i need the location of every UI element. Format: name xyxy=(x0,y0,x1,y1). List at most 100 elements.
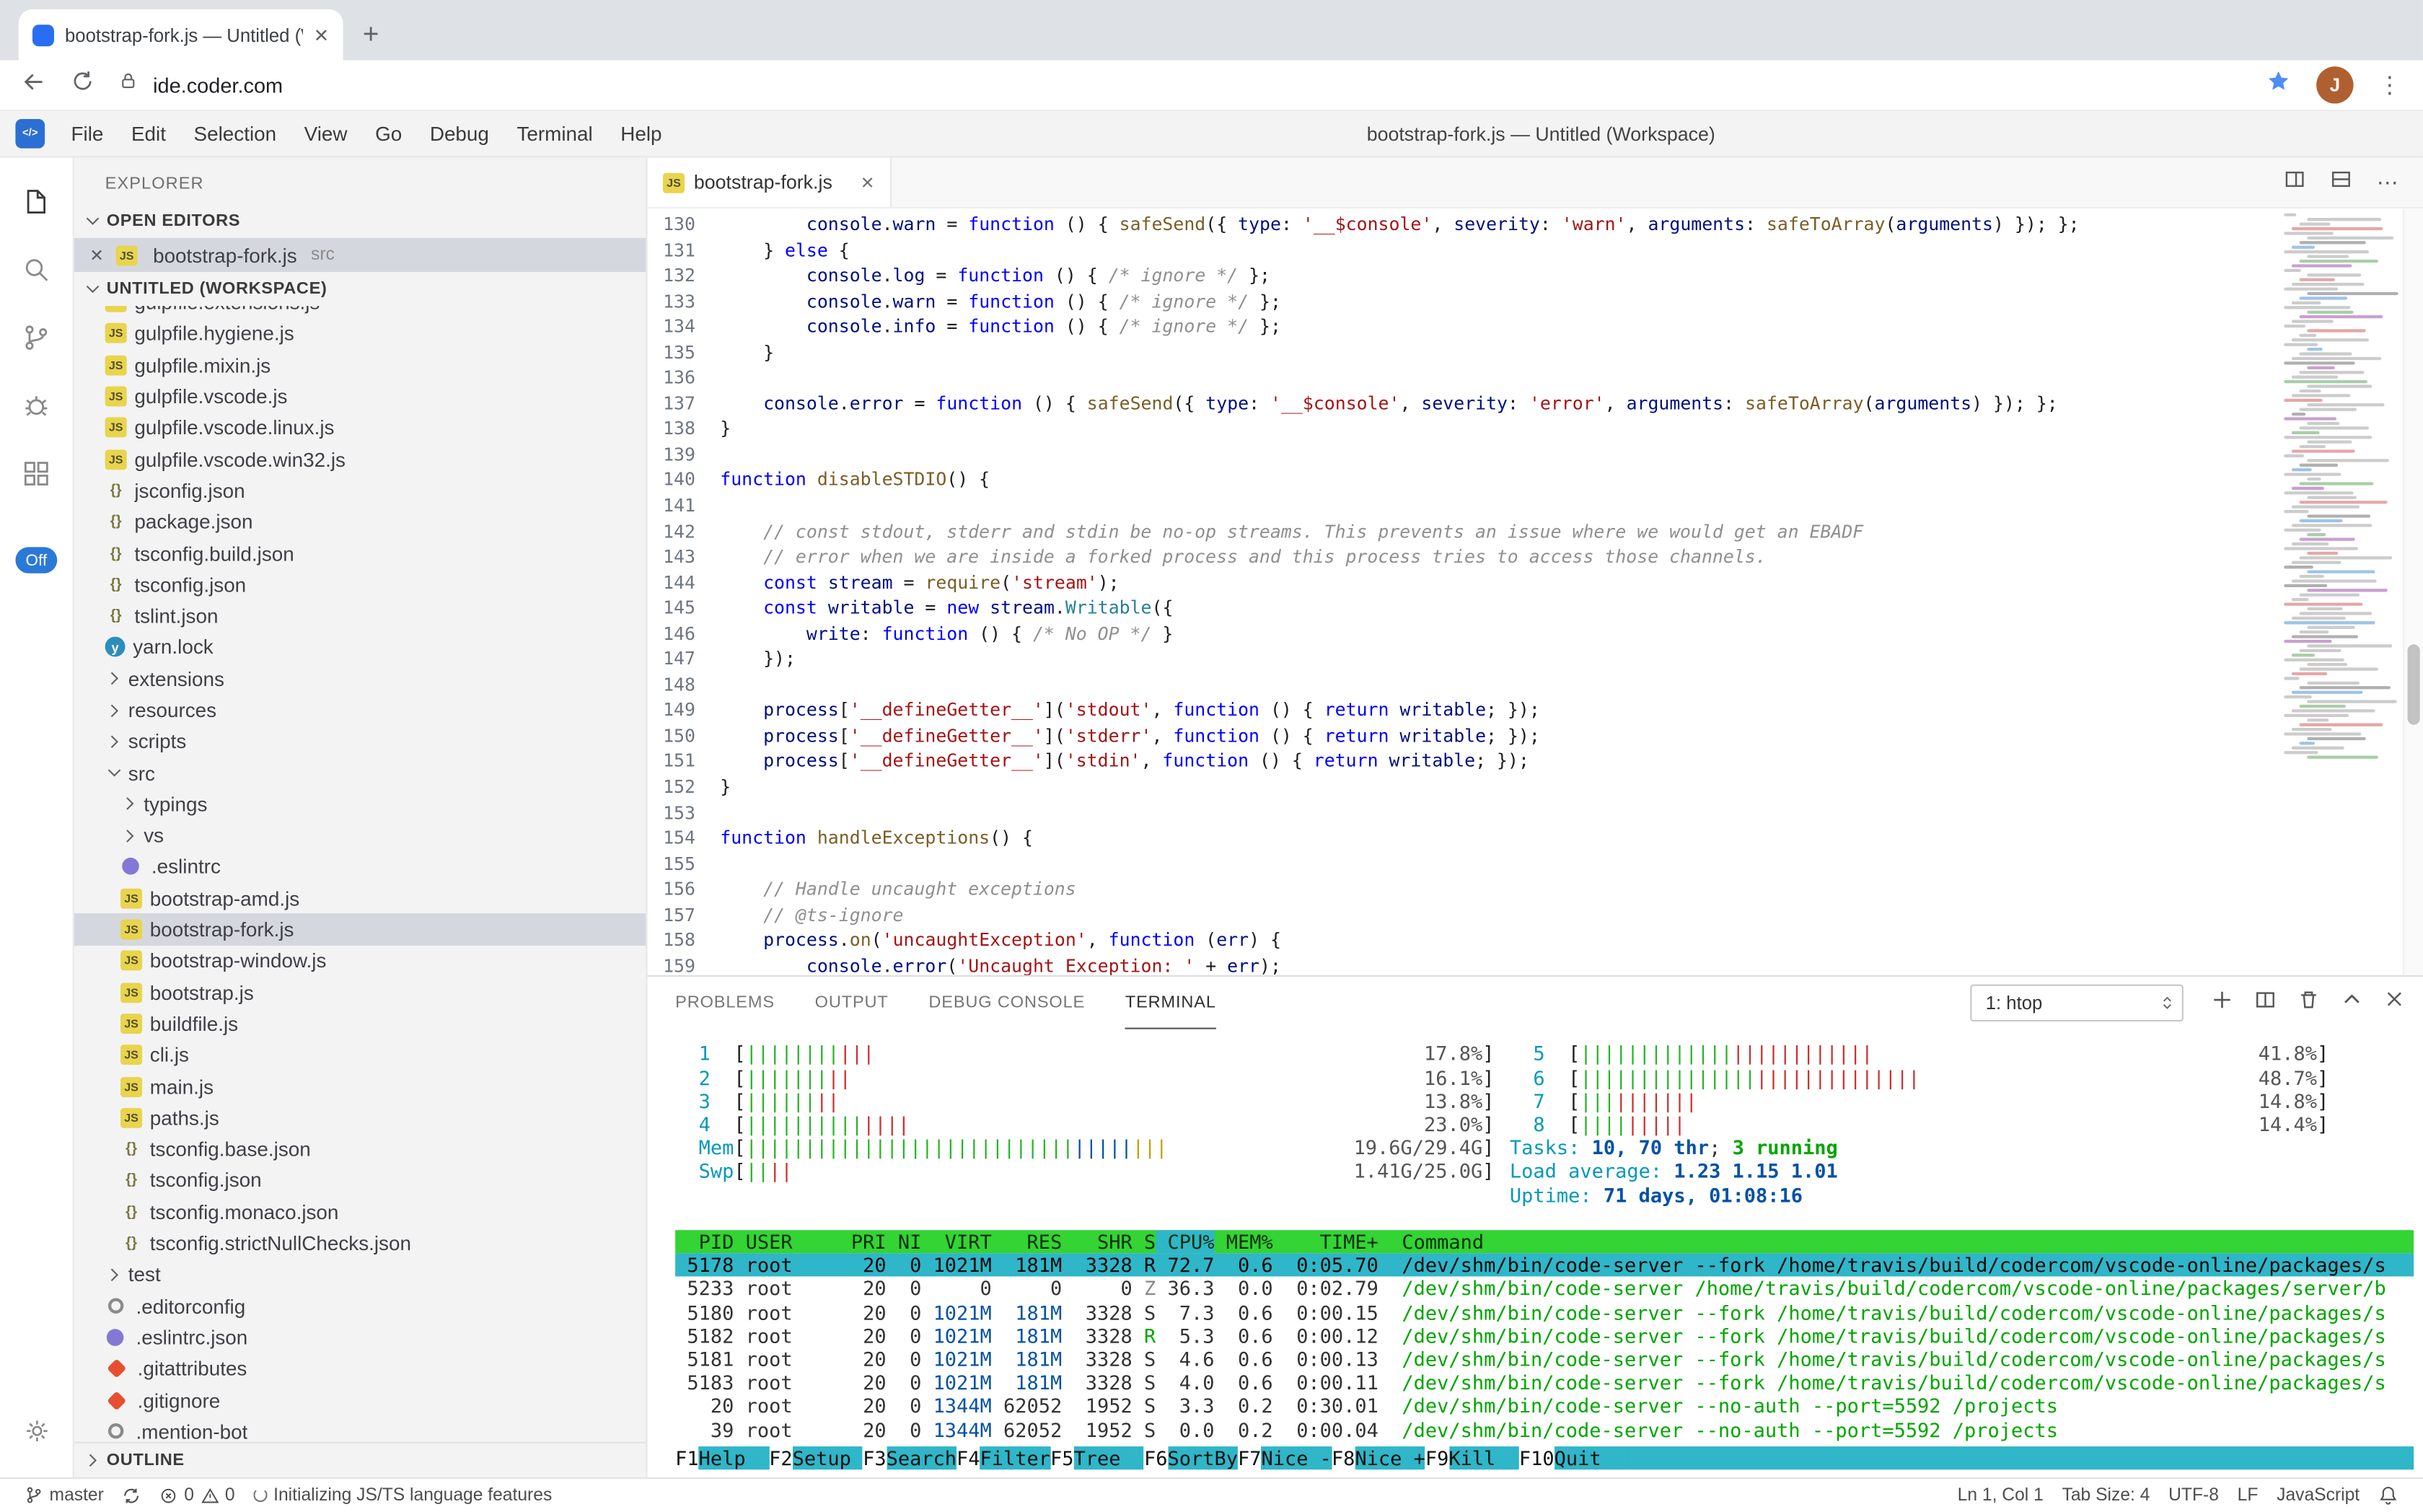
extensions-icon[interactable] xyxy=(0,439,74,506)
tree-item-.editorconfig[interactable]: .editorconfig xyxy=(74,1291,646,1322)
tree-item-paths.js[interactable]: JSpaths.js xyxy=(74,1102,646,1133)
tree-item-gulpfile.vscode.win32.js[interactable]: JSgulpfile.vscode.win32.js xyxy=(74,444,646,475)
tree-item-tslint.json[interactable]: {}tslint.json xyxy=(74,600,646,631)
tree-item-tsconfig.build.json[interactable]: {}tsconfig.build.json xyxy=(74,537,646,568)
new-terminal-icon[interactable] xyxy=(2211,989,2233,1019)
menu-debug[interactable]: Debug xyxy=(416,111,503,156)
toggle-layout-icon[interactable] xyxy=(2330,167,2352,197)
tree-item-tsconfig.json[interactable]: {}tsconfig.json xyxy=(74,1165,646,1196)
close-icon[interactable]: ✕ xyxy=(89,245,108,265)
tree-item-tsconfig.monaco.json[interactable]: {}tsconfig.monaco.json xyxy=(74,1196,646,1227)
tree-item-resources[interactable]: resources xyxy=(74,695,646,726)
section-workspace[interactable]: UNTITLED (WORKSPACE) xyxy=(74,272,646,306)
collaboration-off-badge[interactable]: Off xyxy=(15,547,58,573)
tree-item-tsconfig.strictNullChecks.json[interactable]: {}tsconfig.strictNullChecks.json xyxy=(74,1228,646,1259)
tree-item-bootstrap-amd.js[interactable]: JSbootstrap-amd.js xyxy=(74,882,646,913)
tree-item-gulpfile.mixin.js[interactable]: JSgulpfile.mixin.js xyxy=(74,349,646,380)
bookmark-star-icon[interactable] xyxy=(2265,68,2291,102)
sync-button[interactable] xyxy=(113,1487,150,1506)
tree-item-test[interactable]: test xyxy=(74,1259,646,1290)
tree-item-bootstrap.js[interactable]: JSbootstrap.js xyxy=(74,977,646,1008)
editor-tab-bootstrap-fork[interactable]: JS bootstrap-fork.js ✕ xyxy=(648,158,892,208)
sidebar-title: EXPLORER xyxy=(74,158,646,204)
tab-close-icon[interactable]: ✕ xyxy=(314,24,330,45)
more-actions-icon[interactable]: ⋯ xyxy=(2377,170,2398,195)
notifications-bell-icon[interactable] xyxy=(2369,1485,2408,1506)
search-icon[interactable] xyxy=(0,235,74,303)
tree-item-buildfile.js[interactable]: JSbuildfile.js xyxy=(74,1008,646,1039)
browser-tab[interactable]: bootstrap-fork.js — Untitled (W ✕ xyxy=(19,9,343,61)
new-tab-button[interactable]: + xyxy=(349,12,392,56)
cursor-position[interactable]: Ln 1, Col 1 xyxy=(1948,1487,2053,1506)
reload-icon[interactable] xyxy=(71,69,94,100)
tree-item-.gitignore[interactable]: .gitignore xyxy=(74,1384,646,1415)
section-open-editors[interactable]: OPEN EDITORS xyxy=(74,204,646,238)
editor-scrollbar[interactable] xyxy=(2403,208,2423,975)
tree-item-main.js[interactable]: JSmain.js xyxy=(74,1071,646,1102)
menu-go[interactable]: Go xyxy=(361,111,416,156)
tree-item-gulpfile.extensions.js[interactable]: JSgulpfile.extensions.js xyxy=(74,306,646,318)
minimap[interactable] xyxy=(2284,214,2401,976)
indentation-indicator[interactable]: Tab Size: 4 xyxy=(2053,1487,2160,1506)
tree-item-yarn.lock[interactable]: yyarn.lock xyxy=(74,632,646,663)
url-input[interactable]: ide.coder.com xyxy=(153,74,2240,97)
split-terminal-icon[interactable] xyxy=(2254,989,2276,1019)
explorer-icon[interactable] xyxy=(0,167,74,234)
eol-indicator[interactable]: LF xyxy=(2228,1487,2267,1506)
maximize-panel-icon[interactable] xyxy=(2341,989,2362,1019)
menu-selection[interactable]: Selection xyxy=(180,111,290,156)
error-count: 0 xyxy=(184,1487,194,1506)
split-editor-icon[interactable] xyxy=(2284,167,2305,197)
minimap-line xyxy=(2300,482,2375,485)
tree-item-bootstrap-fork.js[interactable]: JSbootstrap-fork.js xyxy=(74,914,646,945)
menu-edit[interactable]: Edit xyxy=(118,111,180,156)
panel-tab-terminal[interactable]: TERMINAL xyxy=(1125,977,1216,1030)
tree-item-.eslintrc[interactable]: .eslintrc xyxy=(74,851,646,882)
terminal-view[interactable]: 1 [|||||||||||17.8%] 5 [||||||||||||||||… xyxy=(648,1030,2423,1478)
kill-terminal-icon[interactable] xyxy=(2297,989,2319,1019)
tree-item-bootstrap-window.js[interactable]: JSbootstrap-window.js xyxy=(74,945,646,976)
close-panel-icon[interactable] xyxy=(2384,990,2404,1018)
panel-tab-output[interactable]: OUTPUT xyxy=(815,977,889,1030)
tree-item-package.json[interactable]: {}package.json xyxy=(74,506,646,537)
section-outline[interactable]: OUTLINE xyxy=(74,1443,646,1478)
panel-tab-debug-console[interactable]: DEBUG CONSOLE xyxy=(928,977,1085,1030)
menu-help[interactable]: Help xyxy=(607,111,676,156)
menu-view[interactable]: View xyxy=(290,111,361,156)
open-editor-detail: src xyxy=(311,246,335,265)
tree-item-.mention-bot[interactable]: .mention-bot xyxy=(74,1416,646,1443)
tree-item-cli.js[interactable]: JScli.js xyxy=(74,1040,646,1071)
tree-item-scripts[interactable]: scripts xyxy=(74,726,646,757)
terminal-select[interactable]: 1: htop xyxy=(1970,985,2184,1021)
tree-item-vs[interactable]: vs xyxy=(74,820,646,851)
scrollbar-thumb[interactable] xyxy=(2408,644,2420,724)
code-editor[interactable]: 130 console.warn = function () { safeSen… xyxy=(648,208,2423,975)
tab-close-icon[interactable]: ✕ xyxy=(861,172,875,193)
tree-item-tsconfig.json[interactable]: {}tsconfig.json xyxy=(74,569,646,600)
tree-item-gulpfile.vscode.js[interactable]: JSgulpfile.vscode.js xyxy=(74,381,646,412)
panel-tab-problems[interactable]: PROBLEMS xyxy=(675,977,775,1030)
problems-indicator[interactable]: 0 0 xyxy=(150,1487,244,1506)
tree-item-.eslintrc.json[interactable]: .eslintrc.json xyxy=(74,1322,646,1353)
tree-item-typings[interactable]: typings xyxy=(74,788,646,819)
avatar[interactable]: J xyxy=(2316,66,2353,103)
tree-item-src[interactable]: src xyxy=(74,757,646,788)
menu-file[interactable]: File xyxy=(57,111,117,156)
git-branch-indicator[interactable]: master xyxy=(15,1485,113,1506)
tree-item-gulpfile.hygiene.js[interactable]: JSgulpfile.hygiene.js xyxy=(74,318,646,349)
source-control-icon[interactable] xyxy=(0,303,74,371)
settings-gear-icon[interactable] xyxy=(0,1397,74,1465)
tree-item-tsconfig.base.json[interactable]: {}tsconfig.base.json xyxy=(74,1133,646,1164)
tree-item-extensions[interactable]: extensions xyxy=(74,663,646,694)
encoding-indicator[interactable]: UTF-8 xyxy=(2159,1487,2228,1506)
tree-item-gulpfile.vscode.linux.js[interactable]: JSgulpfile.vscode.linux.js xyxy=(74,412,646,443)
htop-load-average: Load average: 1.23 1.15 1.01 xyxy=(1510,1160,2329,1184)
browser-menu-icon[interactable]: ⋮ xyxy=(2378,71,2401,100)
back-icon[interactable] xyxy=(22,69,46,101)
menu-terminal[interactable]: Terminal xyxy=(503,111,607,156)
open-editor-item[interactable]: ✕ JS bootstrap-fork.js src xyxy=(74,238,646,272)
language-indicator[interactable]: JavaScript xyxy=(2267,1487,2369,1506)
tree-item-jsconfig.json[interactable]: {}jsconfig.json xyxy=(74,475,646,506)
tree-item-.gitattributes[interactable]: .gitattributes xyxy=(74,1353,646,1384)
debug-icon[interactable] xyxy=(0,371,74,439)
